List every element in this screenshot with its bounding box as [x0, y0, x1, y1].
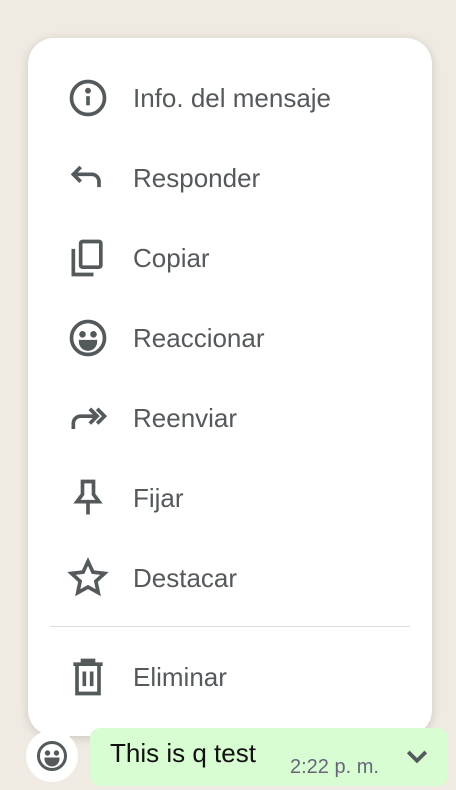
menu-item-label: Destacar — [133, 562, 238, 593]
message-bubble[interactable]: This is q test 2:22 p. m. — [90, 728, 448, 786]
message-time: 2:22 p. m. — [290, 756, 379, 778]
emoji-icon — [69, 319, 107, 357]
menu-item-label: Responder — [133, 162, 261, 193]
menu-item-label: Copiar — [133, 242, 210, 273]
star-icon — [67, 557, 109, 597]
menu-item-react[interactable]: Reaccionar — [28, 308, 432, 368]
chevron-down-icon[interactable] — [402, 742, 432, 772]
menu-item-forward[interactable]: Reenviar — [28, 388, 432, 448]
info-icon — [69, 79, 107, 117]
menu-item-label: Reenviar — [133, 402, 238, 433]
react-button[interactable] — [26, 730, 78, 782]
forward-icon — [71, 407, 108, 429]
menu-item-label: Reaccionar — [133, 322, 265, 353]
menu-item-label: Eliminar — [133, 661, 227, 692]
reply-icon — [70, 165, 101, 188]
menu-item-copy[interactable]: Copiar — [28, 228, 432, 288]
menu-item-pin[interactable]: Fijar — [28, 468, 432, 528]
context-menu: Info. del mensaje Responder Copiar Reacc… — [28, 38, 432, 736]
menu-item-info[interactable]: Info. del mensaje — [28, 68, 432, 128]
menu-item-label: Fijar — [133, 482, 184, 513]
emoji-icon — [37, 741, 67, 771]
divider — [50, 626, 410, 627]
trash-icon — [73, 658, 103, 696]
menu-item-star[interactable]: Destacar — [28, 548, 432, 608]
menu-item-label: Info. del mensaje — [133, 82, 332, 113]
menu-item-delete[interactable]: Eliminar — [28, 647, 432, 707]
copy-icon — [71, 239, 103, 277]
message-text: This is q test — [110, 738, 256, 768]
pin-icon — [73, 479, 103, 515]
menu-item-reply[interactable]: Responder — [28, 148, 432, 208]
